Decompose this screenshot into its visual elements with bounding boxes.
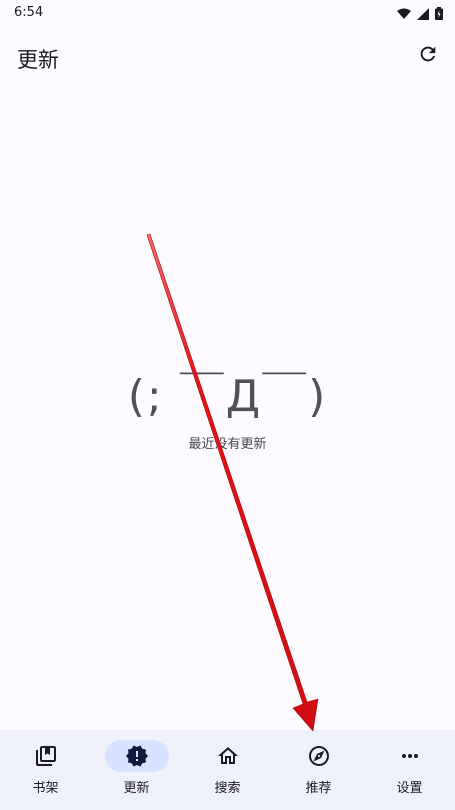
refresh-icon[interactable]	[417, 43, 439, 65]
more-horiz-icon	[401, 754, 418, 758]
nav-item-settings[interactable]: 设置	[364, 730, 455, 810]
status-icons	[397, 7, 443, 20]
status-time: 6:54	[14, 5, 44, 20]
nav-item-search[interactable]: 搜索	[182, 730, 273, 810]
top-app-bar: 更新	[0, 28, 455, 88]
battery-icon	[435, 7, 443, 20]
nav-item-updates[interactable]: 更新	[91, 730, 182, 810]
nav-label-library: 书架	[32, 781, 59, 796]
page-title: 更新	[17, 48, 59, 72]
wifi-icon	[397, 8, 411, 19]
home-icon	[217, 747, 238, 764]
empty-message: 最近没有更新	[188, 437, 267, 452]
signal-icon	[417, 7, 429, 20]
bottom-navigation: 书架 更新 搜索 推荐 设置	[0, 730, 455, 810]
new-releases-icon	[125, 745, 148, 767]
nav-label-settings: 设置	[396, 781, 423, 796]
annotation-arrow-shape	[146, 233, 319, 732]
library-icon	[35, 746, 56, 766]
nav-item-recommend[interactable]: 推荐	[273, 730, 364, 810]
nav-label-updates: 更新	[123, 781, 150, 796]
nav-label-search: 搜索	[214, 781, 241, 796]
empty-kaomoji: (; ￣Д￣)	[127, 371, 328, 422]
nav-item-library[interactable]: 书架	[0, 730, 91, 810]
status-bar: 6:54	[0, 0, 455, 28]
empty-state: (; ￣Д￣) 最近没有更新	[0, 365, 455, 452]
compass-icon	[308, 746, 329, 766]
nav-label-recommend: 推荐	[305, 781, 332, 796]
